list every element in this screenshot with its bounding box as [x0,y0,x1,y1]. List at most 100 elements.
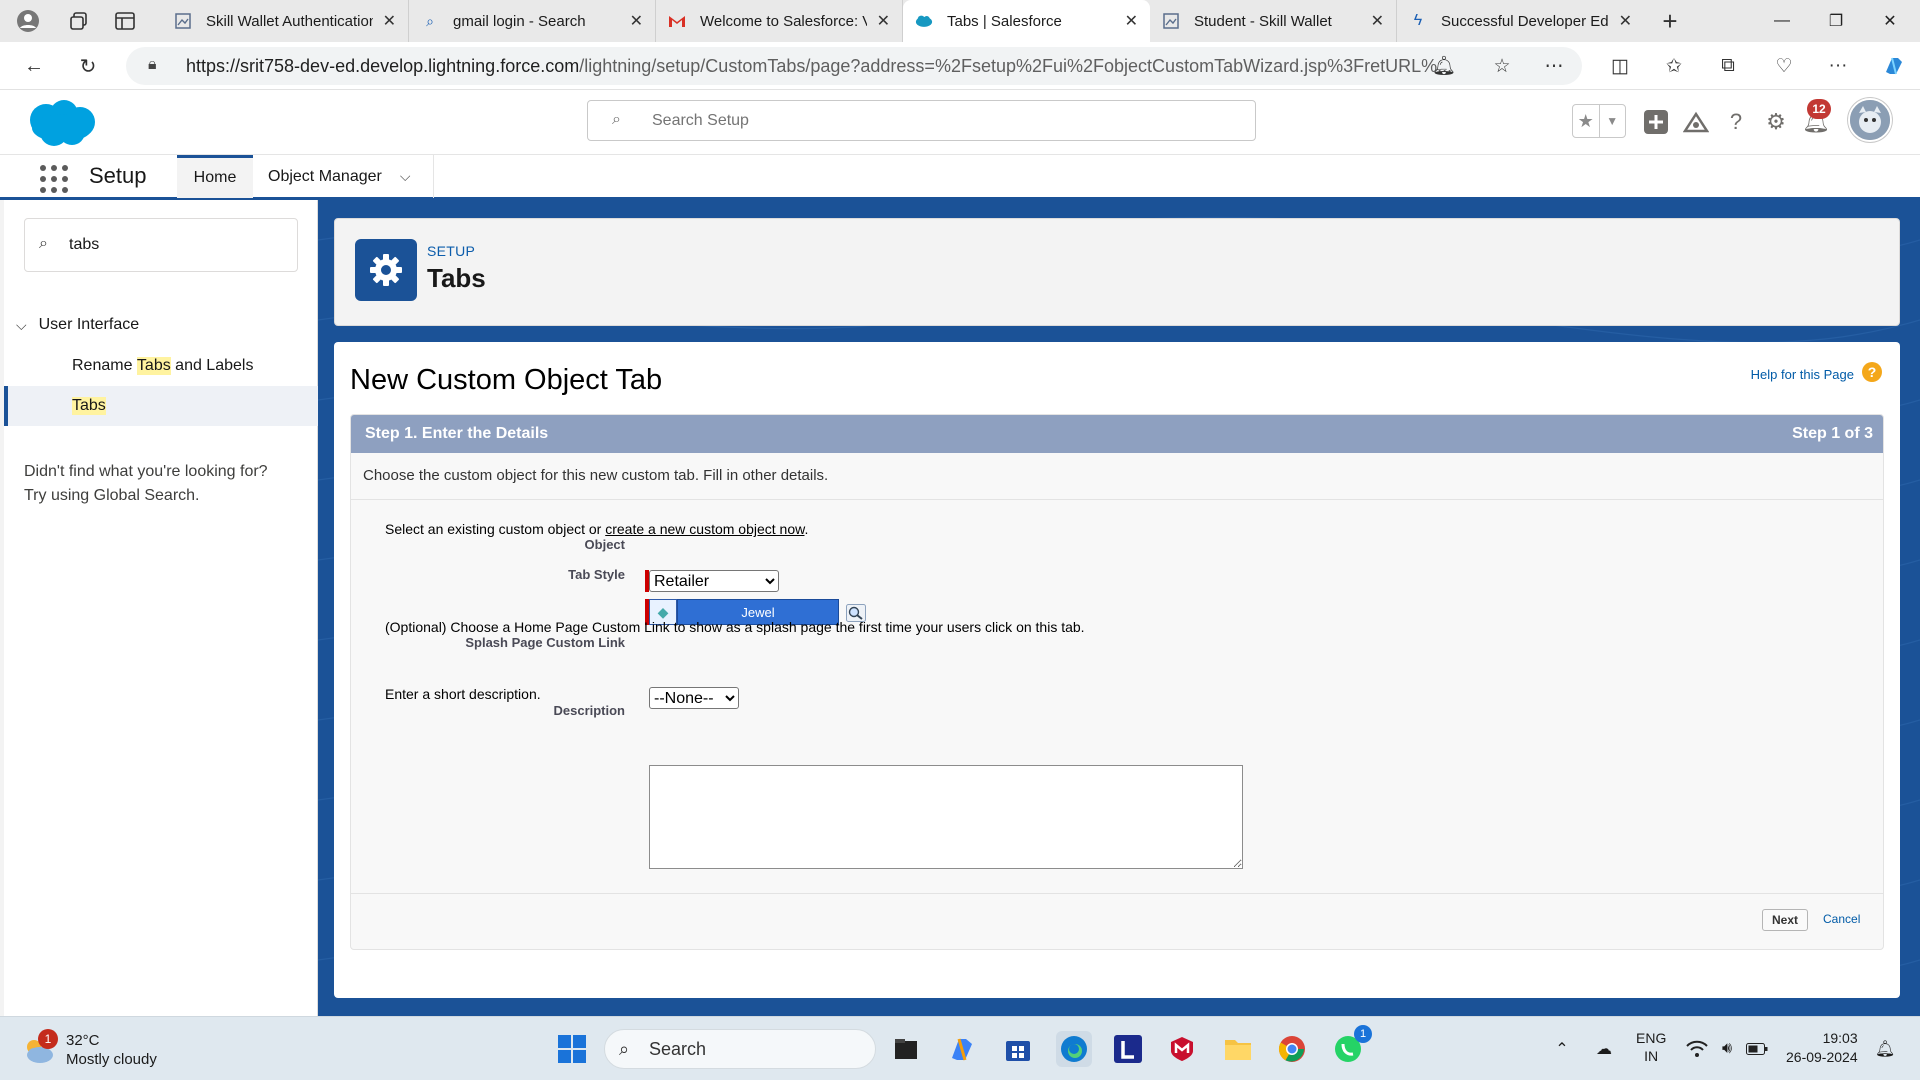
browser-tab[interactable]: ⌕ gmail login - Search ✕ [409,0,656,42]
close-tab-icon[interactable]: ✕ [1125,11,1138,31]
wifi-icon[interactable] [1684,1027,1710,1071]
wizard-title: New Custom Object Tab [350,364,663,396]
input-language-indicator[interactable]: ENG IN [1636,1029,1666,1065]
new-tab-icon[interactable]: + [1644,0,1696,42]
app-navigation-bar: Setup Home Object Manager ⌵ [0,154,1920,200]
sidebar-item-tabs[interactable]: Tabs [4,386,318,426]
browser-tab-active[interactable]: Tabs | Salesforce ✕ [903,0,1150,42]
global-actions-plus-icon[interactable] [1640,106,1672,138]
browser-tab[interactable]: Skill Wallet Authentication ✕ [162,0,409,42]
help-question-icon[interactable]: ? [1862,362,1882,382]
app-launcher-icon[interactable] [40,165,68,193]
splash-select-wrapper: --None-- [649,687,739,709]
show-hidden-icons-chevron-icon[interactable]: ⌃ [1548,1027,1576,1071]
settings-more-icon[interactable]: ··· [1822,50,1854,82]
weather-text: 32°C Mostly cloudy [66,1031,157,1069]
close-window-icon[interactable]: ✕ [1860,0,1920,42]
refresh-icon[interactable]: ↻ [72,50,104,82]
help-icon[interactable]: ? [1720,106,1752,138]
url-field[interactable]: 🔒︎ https://srit758-dev-ed.develop.lightn… [126,47,1582,85]
weather-condition: Mostly cloudy [66,1051,157,1068]
volume-icon[interactable]: 🔊︎ [1714,1027,1740,1071]
restore-icon[interactable]: ❐ [1806,0,1866,42]
search-setup-placeholder: Search Setup [652,111,749,129]
chevron-down-icon[interactable]: ⌵ [400,168,411,185]
trailhead-guidance-icon[interactable] [1680,106,1712,138]
favorite-star-icon[interactable]: ☆ [1486,50,1518,82]
description-textarea[interactable] [649,765,1243,869]
step-label: Step 1. Enter the Details [365,425,549,442]
browser-tab-title: Tabs | Salesforce [947,12,1062,30]
notification-center-bell-icon[interactable]: 🔔︎ [1872,1027,1898,1071]
split-screen-icon[interactable]: ◫ [1604,50,1636,82]
salesforce-logo[interactable] [24,98,98,150]
weather-widget[interactable]: 1 32°C Mostly cloudy [20,1029,157,1069]
browser-essentials-icon[interactable]: ♡ [1768,50,1800,82]
page-icon [174,12,192,30]
description-instruction: Enter a short description. [385,686,541,702]
setup-gear-icon[interactable]: ⚙ [1760,106,1792,138]
microsoft-store-icon[interactable] [1000,1031,1036,1067]
favorite-star-icon[interactable]: ★ [1573,105,1599,137]
browser-tab[interactable]: Student - Skill Wallet ✕ [1150,0,1397,42]
notifications-bell-icon[interactable]: 🔔︎ [1428,50,1460,82]
nav-tab-object-manager[interactable]: Object Manager ⌵ [254,155,434,198]
cancel-link[interactable]: Cancel [1823,912,1860,926]
copilot-app-icon[interactable] [944,1031,980,1067]
collections-icon[interactable]: ⧉ [1712,50,1744,82]
taskbar-search-label: Search [649,1038,707,1059]
favorites-icon[interactable]: ✩ [1658,50,1690,82]
help-for-this-page-link[interactable]: Help for this Page [1751,367,1854,382]
cloudy-weather-icon: 1 [20,1029,58,1065]
next-button[interactable]: Next [1762,909,1808,931]
tree-group-label: User Interface [38,316,140,333]
chrome-icon[interactable] [1274,1031,1310,1067]
copilot-icon[interactable] [1878,50,1910,82]
close-tab-icon[interactable]: ✕ [630,11,643,31]
user-avatar[interactable] [1848,98,1892,142]
browser-tab[interactable]: Welcome to Salesforce: Ve ✕ [656,0,903,42]
profile-icon[interactable] [0,0,56,42]
edge-browser-icon[interactable] [1056,1031,1092,1067]
page-header: SETUP Tabs [334,218,1900,326]
favorites-list-chevron-icon[interactable]: ▼ [1598,105,1626,137]
splash-page-select[interactable]: --None-- [649,687,739,709]
create-new-custom-object-link[interactable]: create a new custom object now [605,521,804,537]
whatsapp-icon[interactable]: 1 [1330,1025,1372,1067]
quick-find-input[interactable]: ⌕ tabs [24,218,298,272]
chevron-down-icon[interactable]: ⌵ [16,317,27,334]
nav-tab-home[interactable]: Home [177,155,253,198]
onedrive-cloud-icon[interactable]: ☁︎ [1590,1027,1618,1071]
tree-group-user-interface[interactable]: ⌵ User Interface [16,316,139,334]
object-select[interactable]: Retailer [649,570,779,592]
tab-actions-icon[interactable] [102,0,148,42]
taskbar-search-box[interactable]: ⌕ Search [604,1029,876,1069]
l-app-icon[interactable] [1110,1031,1146,1067]
workspaces-icon[interactable] [56,0,102,42]
lock-icon: 🔒︎ [148,56,157,73]
sidebar-item-rename-tabs-and-labels[interactable]: Rename Tabs and Labels [4,346,318,386]
close-tab-icon[interactable]: ✕ [877,11,890,31]
clock-date: 26-09-2024 [1786,1049,1858,1065]
instruction-text: Select an existing custom object or [385,521,606,537]
battery-icon[interactable] [1744,1027,1770,1071]
close-tab-icon[interactable]: ✕ [1371,11,1384,31]
search-setup-input[interactable]: ⌕ Search Setup [587,100,1256,141]
language: ENG [1636,1030,1667,1046]
browser-tab[interactable]: ϟ Successful Developer Editi ✕ [1397,0,1644,42]
bolt-icon: ϟ [1413,12,1423,29]
sidebar-help-text: Didn't find what you're looking for? Try… [24,460,304,508]
back-icon[interactable]: ← [18,50,50,82]
mcafee-icon[interactable] [1164,1031,1200,1067]
system-clock[interactable]: 19:03 26-09-2024 [1786,1029,1858,1067]
more-options-circle-icon[interactable]: ⋯ [1538,50,1570,82]
minimize-icon[interactable]: — [1752,0,1812,42]
favorites-button-group[interactable]: ★ ▼ [1572,104,1626,138]
windows-taskbar: 1 32°C Mostly cloudy ⌕ Search 1 ⌃ ☁︎ ENG… [0,1016,1920,1080]
file-explorer-dark-icon[interactable] [888,1031,924,1067]
close-tab-icon[interactable]: ✕ [1619,11,1632,31]
address-bar: ← ↻ 🔒︎ https://srit758-dev-ed.develop.li… [0,42,1920,90]
close-tab-icon[interactable]: ✕ [383,11,396,31]
file-explorer-icon[interactable] [1220,1031,1256,1067]
windows-start-icon[interactable] [554,1031,590,1067]
